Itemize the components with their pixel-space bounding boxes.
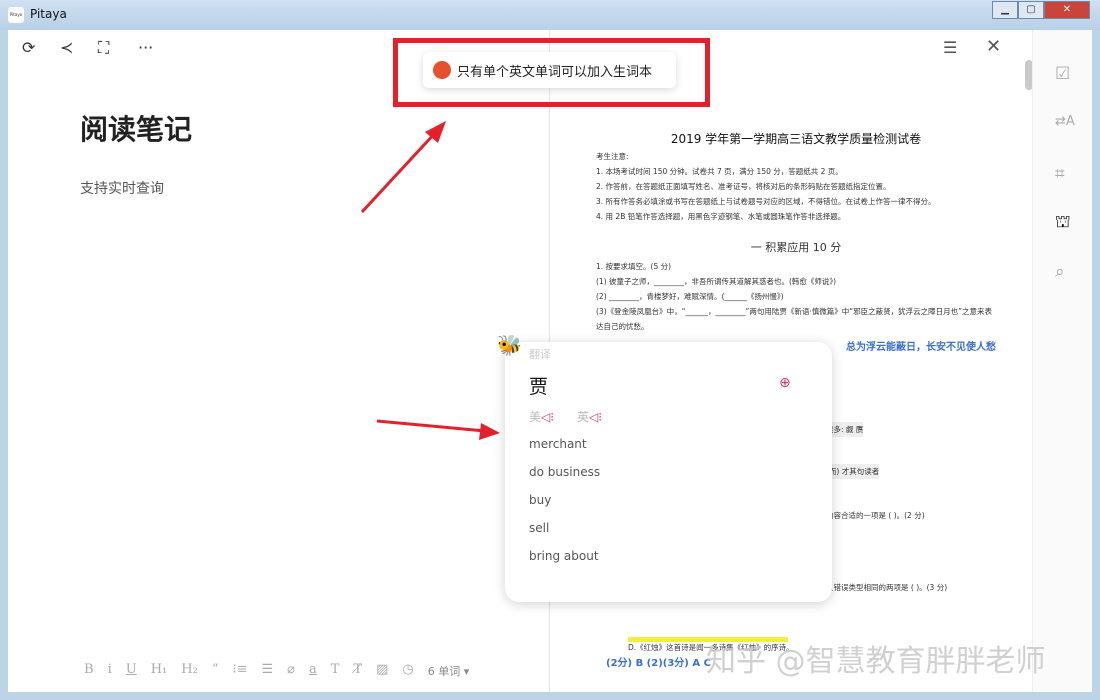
arrow-to-toast xyxy=(360,121,446,214)
watermark: 知乎 @智慧教育胖胖老师 xyxy=(706,644,1046,679)
annotation-arrows xyxy=(360,121,500,440)
arrow-to-popup xyxy=(376,419,500,440)
